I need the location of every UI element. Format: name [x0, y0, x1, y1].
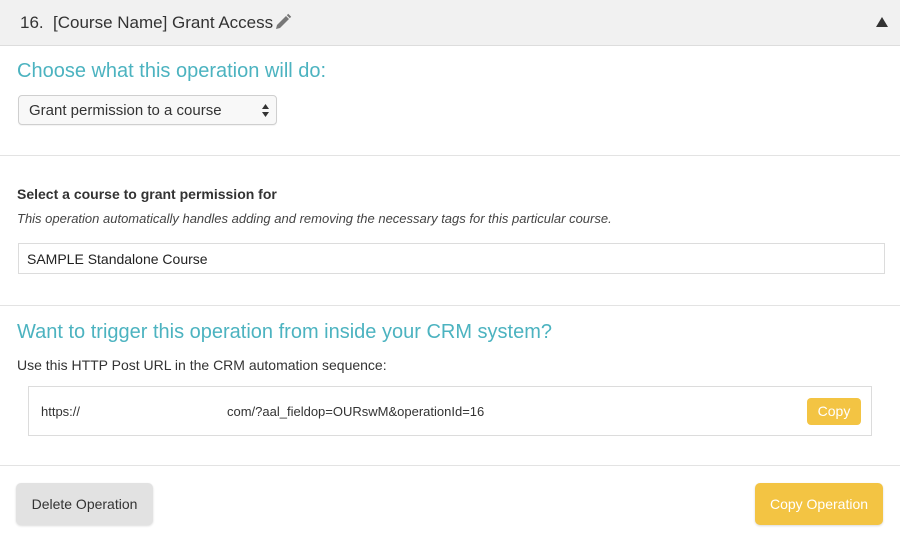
crm-url-end: com/?aal_fieldop=OURswM&operationId=16	[227, 404, 485, 419]
section-divider	[0, 155, 900, 156]
course-help-text: This operation automatically handles add…	[17, 211, 612, 226]
operation-header[interactable]: 16. [Course Name] Grant Access	[0, 0, 900, 46]
crm-url-box[interactable]: https:// com/?aal_fieldop=OURswM&operati…	[28, 386, 872, 436]
section-divider	[0, 465, 900, 466]
course-field[interactable]: SAMPLE Standalone Course	[18, 243, 885, 274]
crm-heading: Want to trigger this operation from insi…	[17, 321, 553, 343]
operation-select[interactable]: Grant permission to a course	[18, 95, 277, 125]
pencil-icon[interactable]	[274, 13, 292, 31]
crm-url-label: Use this HTTP Post URL in the CRM automa…	[17, 357, 387, 373]
section-divider	[0, 305, 900, 306]
operation-select-value: Grant permission to a course	[29, 102, 222, 119]
select-arrows-icon	[262, 104, 269, 117]
copy-operation-button[interactable]: Copy Operation	[755, 483, 883, 525]
caret-up-icon[interactable]	[875, 16, 889, 28]
operation-number: 16.	[20, 13, 44, 32]
delete-operation-button[interactable]: Delete Operation	[16, 483, 153, 525]
course-field-value: SAMPLE Standalone Course	[27, 251, 208, 267]
copy-url-button[interactable]: Copy	[807, 398, 861, 425]
course-label: Select a course to grant permission for	[17, 186, 277, 202]
operation-heading: Choose what this operation will do:	[17, 60, 327, 82]
crm-url-start: https://	[41, 404, 81, 419]
operation-title: [Course Name] Grant Access	[53, 13, 274, 32]
